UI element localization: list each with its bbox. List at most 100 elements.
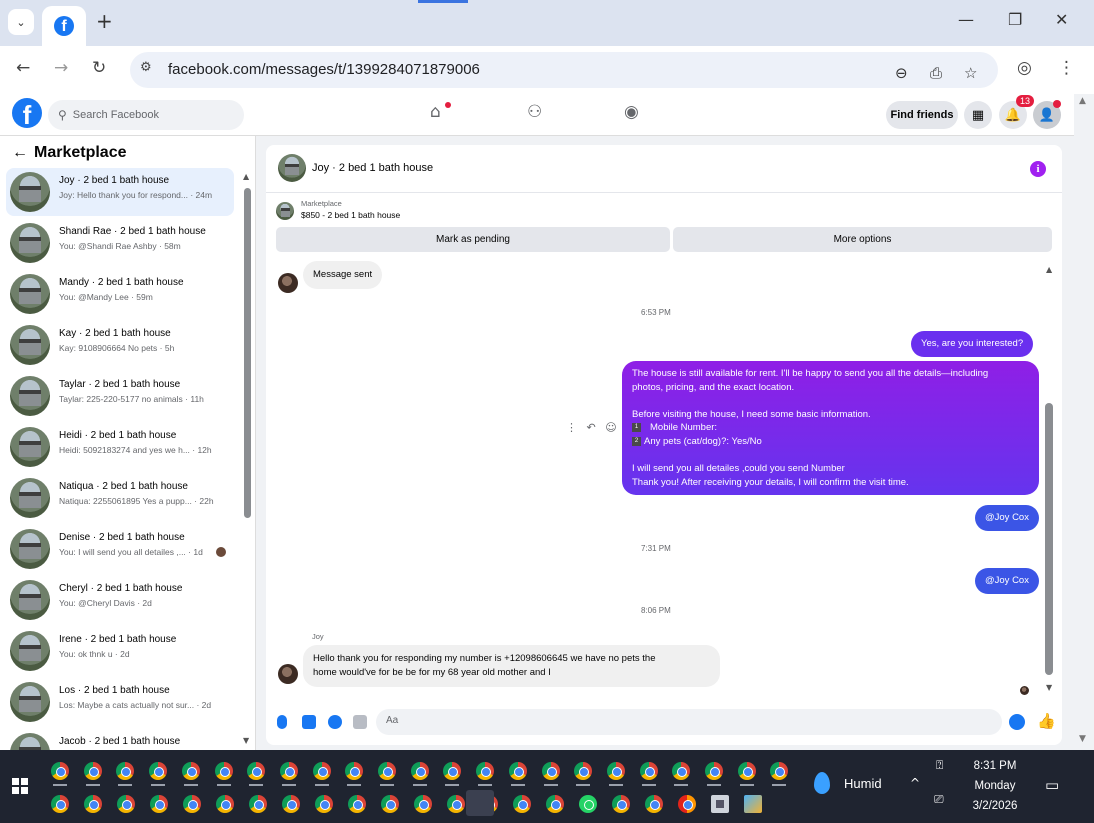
conversation-item[interactable]: Denise · 2 bed 1 bath house You: I will … [6, 525, 234, 573]
chrome-window-icon[interactable] [612, 795, 630, 813]
chrome-window-icon[interactable] [348, 795, 366, 813]
page-scrollbar[interactable]: ▲ ▼ [1074, 94, 1094, 750]
chat-house-avatar[interactable] [278, 154, 306, 182]
conversation-item[interactable]: Joy · 2 bed 1 bath house Joy: Hello than… [6, 168, 234, 216]
photos-icon[interactable] [744, 795, 762, 813]
chrome-window-icon[interactable] [249, 795, 267, 813]
menu-grid-icon[interactable]: ▦ [964, 101, 992, 129]
react-emoji-icon[interactable]: ☺ [605, 421, 616, 434]
chrome-window-icon[interactable] [214, 762, 233, 780]
windows-start-icon[interactable] [12, 778, 28, 794]
show-hidden-icons-chevron-icon[interactable]: ^ [910, 776, 920, 790]
chrome-window-icon[interactable] [315, 795, 333, 813]
whatsapp-icon[interactable] [579, 795, 597, 813]
scroll-up-arrow-icon[interactable]: ▲ [1079, 96, 1086, 106]
chrome-window-icon[interactable] [672, 762, 691, 780]
chat-scroll-down-icon[interactable]: ▼ [1046, 683, 1052, 692]
mark-as-pending-button[interactable]: Mark as pending [276, 227, 670, 252]
taskbar-clock[interactable]: 8:31 PM Monday 3/2/2026 [960, 756, 1030, 816]
chrome-window-icon[interactable] [181, 762, 200, 780]
info-icon[interactable]: i [1030, 161, 1046, 177]
photo-icon[interactable] [302, 715, 316, 729]
chrome-window-icon[interactable] [51, 762, 69, 780]
network-icon[interactable]: ⎚ [934, 792, 944, 807]
conversation-item[interactable]: Jacob · 2 bed 1 bath house [6, 729, 234, 750]
minimize-button[interactable]: — [958, 10, 974, 29]
close-window-button[interactable]: ✕ [1055, 10, 1068, 29]
groups-icon[interactable]: ◉ [624, 102, 639, 122]
conversation-item[interactable]: Mandy · 2 bed 1 bath house You: @Mandy L… [6, 270, 234, 318]
forward-button[interactable]: → [54, 58, 68, 78]
chrome-window-icon[interactable] [247, 762, 266, 780]
weather-icon[interactable] [814, 772, 830, 794]
chrome-window-icon[interactable] [410, 762, 429, 780]
listing-title[interactable]: $850 - 2 bed 1 bath house [301, 210, 400, 220]
chrome-window-icon[interactable] [639, 762, 658, 780]
chrome-window-icon[interactable] [149, 762, 168, 780]
home-icon[interactable]: ⌂ [430, 102, 441, 122]
find-friends-button[interactable]: Find friends [886, 101, 958, 129]
scroll-down-arrow-icon[interactable]: ▼ [1079, 734, 1086, 744]
zoom-icon[interactable]: ⊖ [895, 64, 908, 82]
microphone-icon[interactable] [277, 715, 287, 729]
listing-thumbnail[interactable] [276, 202, 294, 220]
conversation-item[interactable]: Taylar · 2 bed 1 bath house Taylar: 225-… [6, 372, 234, 420]
chrome-window-icon[interactable] [312, 762, 331, 780]
chrome-window-icon[interactable] [546, 795, 564, 813]
conversation-item[interactable]: Heidi · 2 bed 1 bath house Heidi: 509218… [6, 423, 234, 471]
facebook-logo[interactable]: f [12, 98, 42, 128]
chrome-window-icon[interactable] [381, 795, 399, 813]
tab-search-button[interactable]: ⌄ [8, 9, 34, 35]
chrome-window-icon[interactable] [476, 762, 495, 780]
conversation-item[interactable]: Natiqua · 2 bed 1 bath house Natiqua: 22… [6, 474, 234, 522]
chrome-window-icon[interactable] [84, 795, 102, 813]
chrome-window-icon[interactable] [541, 762, 560, 780]
chrome-window-icon[interactable] [117, 795, 135, 813]
conversation-item[interactable]: Kay · 2 bed 1 bath house Kay: 9108906664… [6, 321, 234, 369]
chrome-window-icon[interactable] [345, 762, 364, 780]
chrome-window-icon[interactable] [282, 795, 300, 813]
restore-button[interactable]: ❐ [1008, 10, 1022, 29]
chrome-window-icon[interactable] [216, 795, 234, 813]
chrome-window-icon[interactable] [705, 762, 723, 780]
chrome-window-icon[interactable] [279, 762, 298, 780]
search-facebook-input[interactable]: ⚲ Search Facebook [48, 100, 244, 130]
chrome-window-icon[interactable] [51, 795, 69, 813]
chrome-window-icon[interactable] [443, 762, 462, 780]
browser-menu-icon[interactable]: ⋮ [1058, 58, 1075, 78]
notification-center-icon[interactable]: ▭ [1045, 776, 1059, 794]
chrome-window-icon[interactable] [645, 795, 663, 813]
bookmark-star-icon[interactable]: ☆ [964, 64, 977, 82]
back-button[interactable]: ← [16, 58, 30, 78]
weather-text[interactable]: Humid [844, 776, 882, 791]
message-input[interactable]: Aa [376, 709, 1002, 735]
chrome-window-icon[interactable] [508, 762, 527, 780]
chrome-window-icon[interactable] [606, 762, 625, 780]
sticker-icon[interactable] [328, 715, 342, 729]
calculator-icon[interactable] [711, 795, 729, 813]
reload-button[interactable]: ↻ [92, 58, 106, 78]
chrome-window-icon[interactable] [183, 795, 201, 813]
chat-scrollbar-thumb[interactable] [1045, 403, 1053, 675]
chat-title[interactable]: Joy · 2 bed 1 bath house [312, 162, 433, 174]
chrome-window-icon[interactable] [737, 762, 756, 780]
profile-icon[interactable]: ◎ [1017, 58, 1032, 78]
chrome-window-icon[interactable] [83, 762, 102, 780]
like-thumb-icon[interactable]: 👍 [1037, 712, 1056, 730]
site-settings-icon[interactable]: ⚙ [140, 60, 152, 75]
conversation-item[interactable]: Irene · 2 bed 1 bath house You: ok thnk … [6, 627, 234, 675]
conversation-item[interactable]: Shandi Rae · 2 bed 1 bath house You: @Sh… [6, 219, 234, 267]
chrome-window-icon[interactable] [513, 795, 531, 813]
chrome-window-icon[interactable] [414, 795, 432, 813]
chrome-window-icon[interactable] [574, 762, 593, 780]
phone-link-icon[interactable]: ⍰ [936, 758, 943, 773]
emoji-icon[interactable] [1009, 714, 1025, 730]
chrome-window-icon[interactable] [447, 795, 465, 813]
chrome-window-icon[interactable] [378, 762, 396, 780]
gif-icon[interactable] [353, 715, 367, 729]
chrome-window-icon[interactable] [770, 762, 789, 780]
sidebar-scroll-up-icon[interactable]: ▲ [243, 172, 249, 181]
chrome-window-icon[interactable] [116, 762, 135, 780]
sidebar-scrollbar-thumb[interactable] [244, 188, 251, 518]
firefox-icon[interactable] [678, 795, 696, 813]
